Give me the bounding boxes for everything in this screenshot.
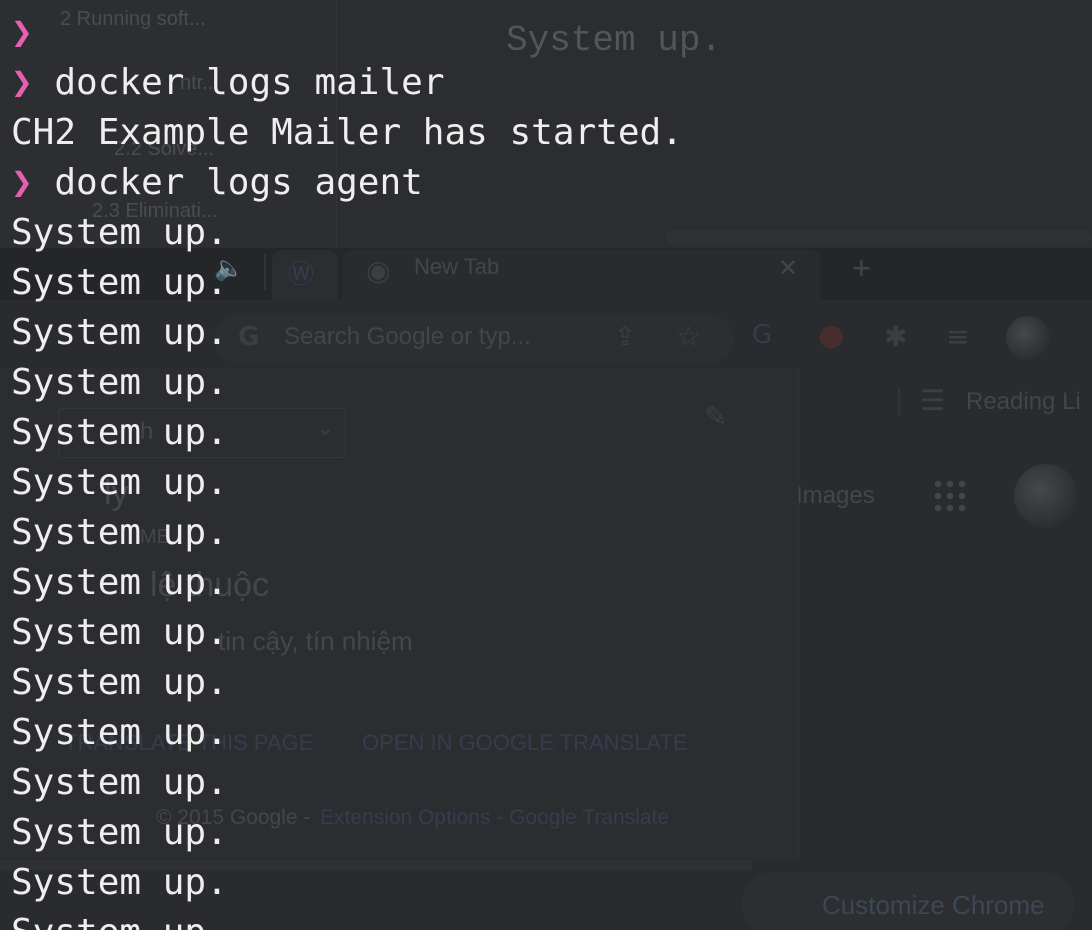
terminal-output-line: System up. bbox=[11, 762, 228, 803]
terminal-output-line: System up. bbox=[11, 462, 228, 503]
terminal-output-line: System up. bbox=[11, 212, 228, 253]
terminal-output-line: CH2 Example Mailer has started. bbox=[11, 112, 683, 153]
terminal-prompt-line: ❯ bbox=[11, 8, 54, 58]
terminal-output-line: System up. bbox=[11, 362, 228, 403]
terminal-command: docker logs mailer bbox=[54, 62, 445, 103]
terminal-output-line: System up. bbox=[11, 612, 228, 653]
terminal-output-line: System up. bbox=[11, 712, 228, 753]
terminal-output-line: System up. bbox=[11, 662, 228, 703]
terminal-command: docker logs agent bbox=[54, 162, 423, 203]
terminal-output-line: System up. bbox=[11, 262, 228, 303]
terminal-output-line: System up. bbox=[11, 908, 228, 930]
prompt-chevron-icon: ❯ bbox=[11, 162, 33, 203]
prompt-chevron-icon: ❯ bbox=[11, 12, 33, 53]
terminal-output-line: System up. bbox=[11, 512, 228, 553]
terminal-output-line: System up. bbox=[11, 862, 228, 903]
screen: 2 Running soft... ntr... 2.2 Solve... 2.… bbox=[0, 0, 1092, 930]
terminal-output-line: System up. bbox=[11, 812, 228, 853]
terminal-output-line: System up. bbox=[11, 412, 228, 453]
terminal-prompt-line: ❯ docker logs agent bbox=[11, 158, 423, 208]
terminal-output-line: System up. bbox=[11, 312, 228, 353]
terminal-window[interactable]: ❯ ❯ docker logs mailer CH2 Example Mailer… bbox=[0, 0, 1092, 930]
terminal-prompt-line: ❯ docker logs mailer bbox=[11, 58, 445, 108]
terminal-output-line: System up. bbox=[11, 562, 228, 603]
prompt-chevron-icon: ❯ bbox=[11, 62, 33, 103]
